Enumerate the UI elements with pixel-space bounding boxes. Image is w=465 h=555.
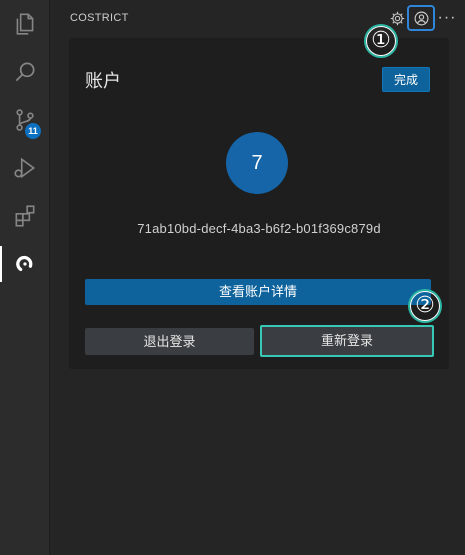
explorer-button[interactable] bbox=[0, 0, 50, 48]
sidebar-title: COSTRICT bbox=[70, 12, 129, 24]
sidebar: COSTRICT ··· 账户 完成 7 71ab10bd-decf-4ba3-… bbox=[51, 0, 465, 555]
run-debug-icon bbox=[14, 157, 36, 179]
logout-button[interactable]: 退出登录 bbox=[85, 328, 254, 355]
account-icon bbox=[414, 11, 428, 25]
search-button[interactable] bbox=[0, 48, 50, 96]
costrict-button[interactable] bbox=[0, 240, 50, 288]
more-icon: ··· bbox=[437, 9, 457, 26]
settings-icon bbox=[390, 11, 404, 25]
files-icon bbox=[16, 13, 34, 35]
activity-bar: 11 bbox=[0, 0, 50, 555]
run-debug-button[interactable] bbox=[0, 144, 50, 192]
extensions-button[interactable] bbox=[0, 192, 50, 240]
source-control-button[interactable]: 11 bbox=[0, 96, 50, 144]
account-panel: 账户 完成 7 71ab10bd-decf-4ba3-b6f2-b01f369c… bbox=[69, 38, 449, 369]
settings-button[interactable] bbox=[385, 7, 409, 29]
step-1-marker: ① bbox=[366, 26, 396, 56]
done-button[interactable]: 完成 bbox=[382, 67, 430, 92]
user-id: 71ab10bd-decf-4ba3-b6f2-b01f369c879d bbox=[137, 221, 381, 236]
source-control-badge: 11 bbox=[25, 123, 41, 139]
sidebar-header: COSTRICT ··· bbox=[51, 0, 465, 36]
extensions-icon bbox=[15, 205, 35, 227]
step-2-marker: ② bbox=[410, 291, 440, 321]
search-icon bbox=[15, 62, 35, 82]
account-button[interactable] bbox=[407, 5, 435, 31]
avatar: 7 bbox=[226, 132, 288, 194]
relogin-button[interactable]: 重新登录 bbox=[260, 325, 434, 357]
more-actions-button[interactable]: ··· bbox=[435, 7, 459, 29]
app-window: 11 COSTRICT ··· 账户 完成 7 71ab10bd-decf-4b… bbox=[0, 0, 465, 555]
view-account-details-button[interactable]: 查看账户详情 bbox=[85, 279, 431, 305]
account-title: 账户 bbox=[85, 71, 121, 91]
costrict-icon bbox=[16, 255, 33, 272]
